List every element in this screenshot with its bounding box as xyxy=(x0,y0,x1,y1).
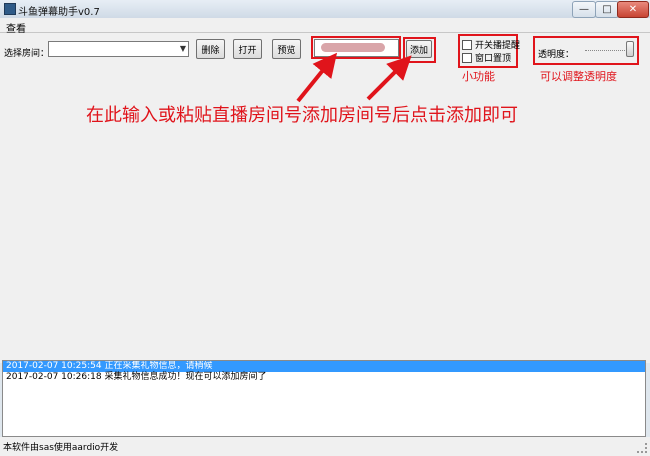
resize-grip-icon[interactable] xyxy=(637,443,647,453)
window-title: 斗鱼弹幕助手v0.7 xyxy=(18,7,100,18)
menu-bar: 查看 xyxy=(0,18,650,35)
close-button[interactable]: ✕ xyxy=(617,1,649,18)
annotation-arrows xyxy=(296,52,412,103)
maximize-button[interactable]: □ xyxy=(595,1,619,18)
log-line-2[interactable]: 2017-02-07 10:26:18 采集礼物信息成功！现在可以添加房间了 xyxy=(3,372,645,383)
log-list[interactable]: 2017-02-07 10:25:54 正在采集礼物信息，请稍候 2017-02… xyxy=(2,360,646,437)
arrow-to-room-input xyxy=(296,52,338,103)
status-bar: 本软件由sas使用aardio开发 xyxy=(0,437,650,456)
main-panel: 选择房间： ▼ 删除 打开 预览 添加 开关播提醒 窗口置顶 透明度： 小功能 … xyxy=(0,33,650,363)
app-icon xyxy=(4,3,16,15)
status-text: 本软件由sas使用aardio开发 xyxy=(3,443,119,453)
arrow-to-add-button xyxy=(366,55,412,101)
minimize-button[interactable]: — xyxy=(572,1,596,18)
log-line-1[interactable]: 2017-02-07 10:25:54 正在采集礼物信息，请稍候 xyxy=(3,361,645,372)
title-bar: 斗鱼弹幕助手v0.7 — □ ✕ xyxy=(0,0,650,19)
